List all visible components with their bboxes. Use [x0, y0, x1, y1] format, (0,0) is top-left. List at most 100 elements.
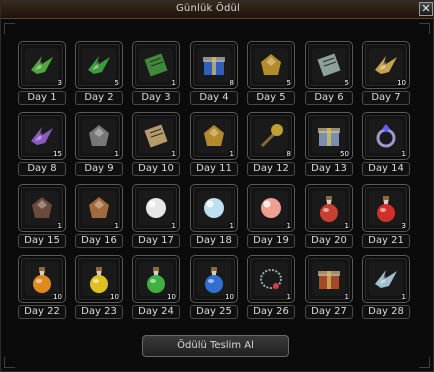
day-label: Day 20 [305, 234, 353, 248]
gift-box-icon [312, 119, 346, 153]
item-slot[interactable]: 15 [18, 112, 66, 160]
item-slot[interactable]: 10 [75, 255, 123, 303]
day-label: Day 14 [362, 162, 410, 176]
blue-pearl-icon [197, 191, 231, 225]
reward-cell[interactable]: 5 Day 5 [247, 41, 295, 111]
item-slot[interactable]: 1 [362, 255, 410, 303]
mace-icon [254, 119, 288, 153]
reward-cell[interactable]: 1 Day 18 [190, 184, 238, 254]
reward-cell[interactable]: 1 Day 14 [362, 112, 410, 182]
day-label: Day 1 [18, 91, 66, 105]
reward-cell[interactable]: 1 Day 9 [75, 112, 123, 182]
item-count: 1 [286, 222, 291, 230]
item-slot[interactable]: 8 [190, 41, 238, 89]
item-slot[interactable]: 5 [75, 41, 123, 89]
claim-reward-button[interactable]: Ödülü Teslim Al [142, 335, 289, 357]
item-slot[interactable]: 1 [362, 112, 410, 160]
item-count: 1 [401, 293, 406, 301]
reward-cell[interactable]: 1 Day 17 [132, 184, 180, 254]
day-label: Day 15 [18, 234, 66, 248]
reward-cell[interactable]: 10 Day 24 [132, 255, 180, 325]
day-label: Day 21 [362, 234, 410, 248]
reward-cell[interactable]: 10 Day 25 [190, 255, 238, 325]
reward-cell[interactable]: 1 Day 11 [190, 112, 238, 182]
treasure-chest-icon [312, 262, 346, 296]
golden-wings-icon [369, 48, 403, 82]
reward-cell[interactable]: 1 Day 3 [132, 41, 180, 111]
day-label: Day 16 [75, 234, 123, 248]
item-count: 3 [57, 79, 62, 87]
item-count: 1 [401, 150, 406, 158]
item-slot[interactable]: 10 [190, 255, 238, 303]
day-label: Day 12 [247, 162, 295, 176]
item-slot[interactable]: 1 [75, 184, 123, 232]
reward-cell[interactable]: 3 Day 1 [18, 41, 66, 111]
reward-cell[interactable]: 10 Day 23 [75, 255, 123, 325]
reward-cell[interactable]: 50 Day 13 [305, 112, 353, 182]
item-count: 10 [53, 293, 62, 301]
day-label: Day 8 [18, 162, 66, 176]
white-pearl-icon [139, 191, 173, 225]
stone-icon [82, 119, 116, 153]
day-label: Day 4 [190, 91, 238, 105]
reward-cell[interactable]: 1 Day 27 [305, 255, 353, 325]
item-count: 8 [286, 150, 291, 158]
silver-wings-icon [369, 262, 403, 296]
item-slot[interactable]: 1 [305, 255, 353, 303]
reward-cell[interactable]: 15 Day 8 [18, 112, 66, 182]
item-slot[interactable]: 5 [305, 41, 353, 89]
blue-box-icon [197, 48, 231, 82]
item-slot[interactable]: 1 [75, 112, 123, 160]
parchment-icon [139, 119, 173, 153]
day-label: Day 17 [132, 234, 180, 248]
reward-cell[interactable]: 1 Day 10 [132, 112, 180, 182]
item-slot[interactable]: 1 [305, 184, 353, 232]
reward-cell[interactable]: 8 Day 4 [190, 41, 238, 111]
item-slot[interactable]: 5 [247, 41, 295, 89]
reward-cell[interactable]: 5 Day 2 [75, 41, 123, 111]
item-count: 10 [110, 293, 119, 301]
gauntlet-icon [25, 191, 59, 225]
reward-cell[interactable]: 1 Day 26 [247, 255, 295, 325]
reward-cell[interactable]: 10 Day 22 [18, 255, 66, 325]
day-label: Day 2 [75, 91, 123, 105]
item-count: 5 [114, 79, 119, 87]
item-count: 1 [171, 79, 176, 87]
reward-cell[interactable]: 1 Day 19 [247, 184, 295, 254]
day-label: Day 7 [362, 91, 410, 105]
item-slot[interactable]: 8 [247, 112, 295, 160]
item-slot[interactable]: 1 [247, 255, 295, 303]
item-slot[interactable]: 1 [247, 184, 295, 232]
reward-cell[interactable]: 10 Day 7 [362, 41, 410, 111]
chain-necklace-icon [254, 262, 288, 296]
day-label: Day 24 [132, 305, 180, 319]
item-slot[interactable]: 1 [190, 112, 238, 160]
item-count: 10 [167, 293, 176, 301]
item-count: 1 [344, 222, 349, 230]
day-label: Day 11 [190, 162, 238, 176]
item-slot[interactable]: 3 [18, 41, 66, 89]
reward-cell[interactable]: 3 Day 21 [362, 184, 410, 254]
item-slot[interactable]: 3 [362, 184, 410, 232]
reward-cell[interactable]: 5 Day 6 [305, 41, 353, 111]
item-slot[interactable]: 1 [132, 184, 180, 232]
item-slot[interactable]: 1 [190, 184, 238, 232]
item-count: 1 [57, 222, 62, 230]
reward-cell[interactable]: 8 Day 12 [247, 112, 295, 182]
bag-icon [82, 191, 116, 225]
item-slot[interactable]: 1 [132, 41, 180, 89]
reward-cell[interactable]: 1 Day 20 [305, 184, 353, 254]
green-wings-icon [25, 48, 59, 82]
reward-cell[interactable]: 1 Day 16 [75, 184, 123, 254]
reward-cell[interactable]: 1 Day 28 [362, 255, 410, 325]
item-slot[interactable]: 10 [132, 255, 180, 303]
item-slot[interactable]: 10 [18, 255, 66, 303]
item-slot[interactable]: 1 [132, 112, 180, 160]
item-slot[interactable]: 50 [305, 112, 353, 160]
item-count: 1 [171, 150, 176, 158]
red-blue-potion-icon [312, 191, 346, 225]
item-slot[interactable]: 10 [362, 41, 410, 89]
item-count: 5 [344, 79, 349, 87]
reward-cell[interactable]: 1 Day 15 [18, 184, 66, 254]
item-slot[interactable]: 1 [18, 184, 66, 232]
